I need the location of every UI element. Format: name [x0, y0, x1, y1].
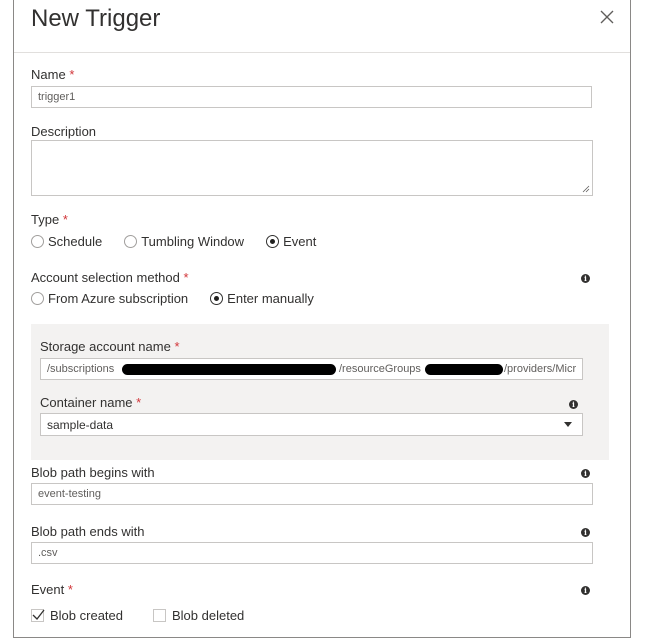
- radio-icon: [124, 235, 138, 248]
- radio-icon: [31, 292, 44, 305]
- resize-handle-icon[interactable]: [582, 185, 590, 193]
- blob-ends-input[interactable]: .csv: [31, 542, 593, 564]
- info-icon[interactable]: i: [581, 469, 590, 478]
- storage-settings-panel: Storage account name * /subscriptions /r…: [31, 324, 609, 460]
- type-radio-group: Schedule Tumbling Window Event: [31, 234, 338, 249]
- close-icon[interactable]: [597, 7, 617, 27]
- account-option-azure-subscription[interactable]: From Azure subscription: [31, 291, 188, 306]
- event-option-blob-deleted[interactable]: Blob deleted: [153, 608, 244, 623]
- blob-begins-input[interactable]: event-testing: [31, 483, 593, 505]
- chevron-down-icon: [564, 422, 572, 427]
- info-icon[interactable]: i: [581, 528, 590, 537]
- blob-ends-label: Blob path ends with: [31, 524, 145, 539]
- container-name-label: Container name *: [40, 395, 142, 410]
- new-trigger-dialog: New Trigger Name * trigger1 Description …: [13, 0, 631, 638]
- radio-selected-icon: [210, 292, 224, 305]
- type-option-schedule[interactable]: Schedule: [31, 234, 102, 249]
- checkbox-icon: [153, 609, 166, 622]
- storage-account-input[interactable]: /subscriptions /resourceGroups /provider…: [40, 358, 583, 380]
- container-name-select[interactable]: sample-data: [40, 413, 583, 436]
- name-label: Name *: [31, 67, 75, 82]
- radio-icon: [31, 235, 44, 248]
- event-label: Event *: [31, 582, 73, 597]
- dialog-title: New Trigger: [31, 5, 161, 32]
- redacted-block: [425, 364, 503, 375]
- info-icon[interactable]: i: [581, 586, 590, 595]
- type-label: Type *: [31, 212, 68, 227]
- event-checkbox-group: Blob created Blob deleted: [31, 608, 274, 623]
- info-icon[interactable]: i: [569, 400, 578, 409]
- type-option-event[interactable]: Event: [266, 234, 316, 249]
- blob-begins-label: Blob path begins with: [31, 465, 155, 480]
- account-option-enter-manually[interactable]: Enter manually: [210, 291, 314, 306]
- info-icon[interactable]: i: [581, 274, 590, 283]
- type-option-tumbling-window[interactable]: Tumbling Window: [124, 234, 244, 249]
- account-selection-label: Account selection method *: [31, 270, 189, 285]
- checkbox-checked-icon: [31, 609, 45, 622]
- header-divider: [14, 52, 630, 53]
- event-option-blob-created[interactable]: Blob created: [31, 608, 123, 623]
- name-input[interactable]: trigger1: [31, 86, 592, 108]
- storage-account-label: Storage account name *: [40, 339, 180, 354]
- radio-selected-icon: [266, 235, 280, 248]
- redacted-block: [122, 364, 336, 375]
- description-label: Description: [31, 124, 97, 139]
- description-textarea[interactable]: [31, 140, 593, 196]
- account-selection-radio-group: From Azure subscription Enter manually: [31, 291, 336, 306]
